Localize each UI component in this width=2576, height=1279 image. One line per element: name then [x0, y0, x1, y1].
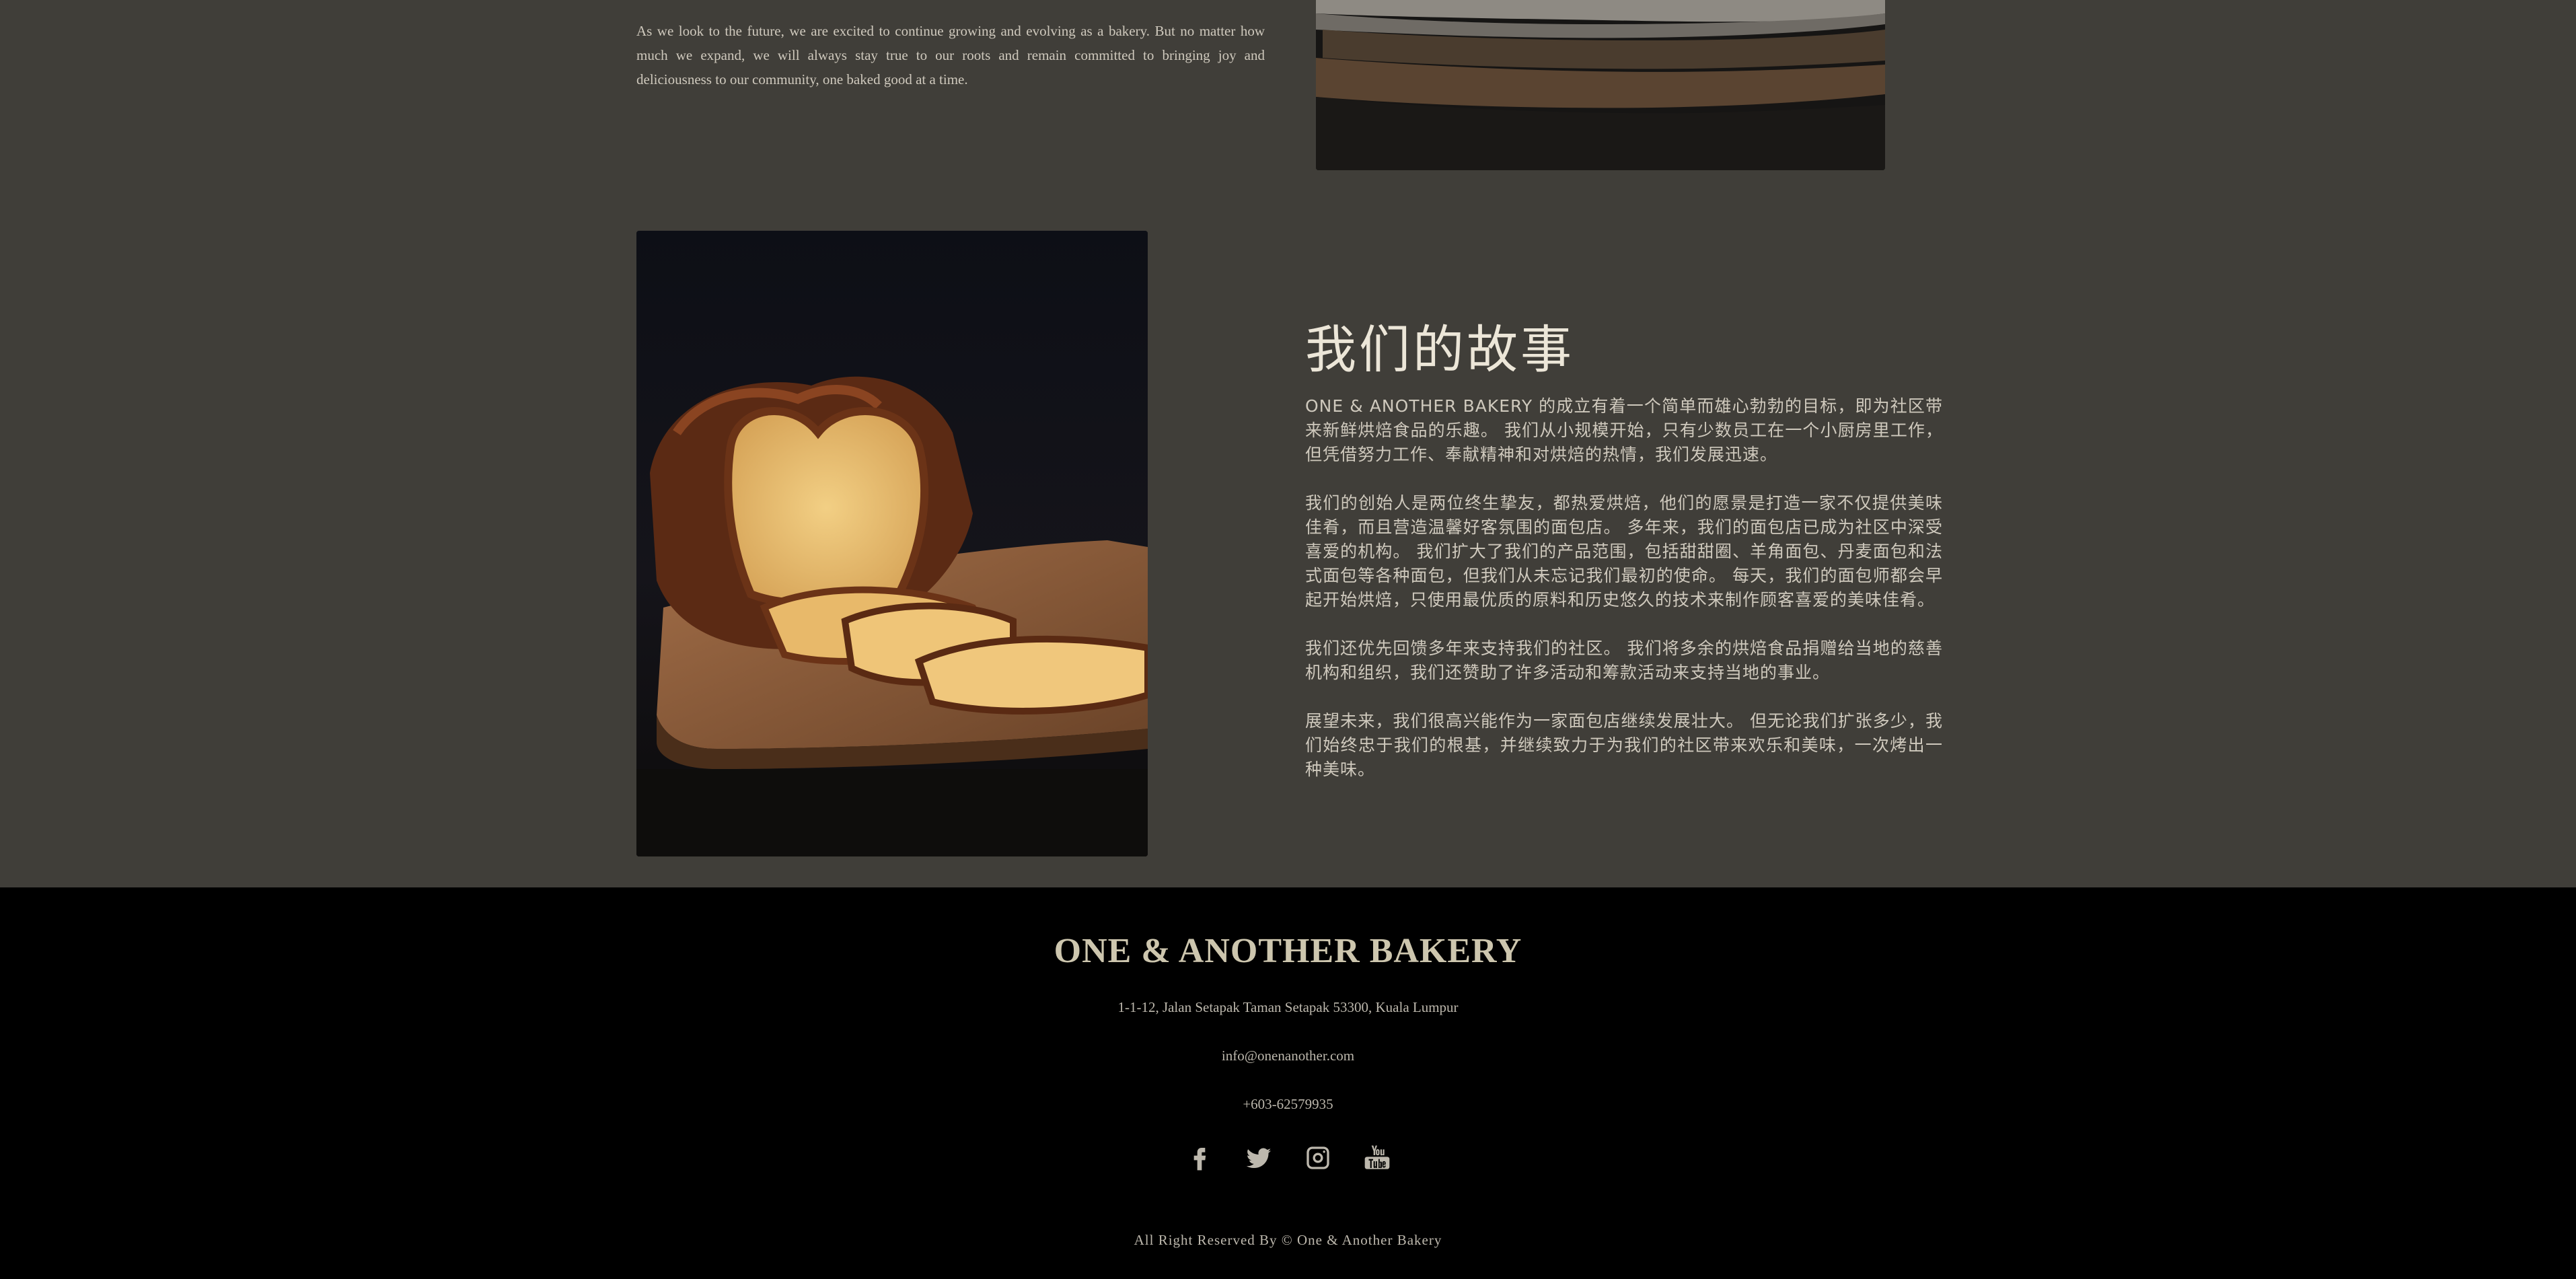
story-paragraph-2: 我们的创始人是两位终生挚友，都热爱烘焙，他们的愿景是打造一家不仅提供美味佳肴，而… [1305, 493, 1943, 610]
brioche-bread-photo [636, 231, 1148, 856]
story-title: 我们的故事 [1305, 320, 1574, 379]
social-links [0, 1144, 2576, 1171]
footer-address: 1-1-12, Jalan Setapak Taman Setapak 5330… [1117, 999, 1459, 1015]
footer-email-link[interactable]: info@onenanother.com [0, 1048, 2576, 1064]
story-paragraph-3: 我们还优先回馈多年来支持我们的社区。 我们将多余的烘焙食品捐赠给当地的慈善机构和… [1305, 638, 1943, 682]
youtube-icon[interactable] [1364, 1144, 1391, 1171]
story-paragraph-4: 展望未来，我们很高兴能作为一家面包店继续发展壮大。 但无论我们扩张多少，我们始终… [1305, 711, 1943, 779]
instagram-icon[interactable] [1304, 1144, 1331, 1171]
future-paragraph: As we look to the future, we are excited… [636, 23, 1265, 87]
linen-photo [1316, 0, 1885, 170]
footer-brand: ONE & ANOTHER BAKERY [1054, 932, 1522, 970]
footer-phone-link[interactable]: +603-62579935 [0, 1096, 2576, 1113]
facebook-icon[interactable] [1186, 1144, 1213, 1171]
twitter-icon[interactable] [1245, 1144, 1272, 1171]
footer-copyright: All Right Reserved By © One & Another Ba… [1134, 1232, 1442, 1248]
our-story-section: 我们的故事 ONE & ANOTHER BAKERY 的成立有着一个简单而雄心勃… [1305, 308, 1943, 806]
story-paragraph-1: ONE & ANOTHER BAKERY 的成立有着一个简单而雄心勃勃的目标，即… [1305, 396, 1943, 464]
site-footer: ONE & ANOTHER BAKERY 1-1-12, Jalan Setap… [0, 887, 2576, 1279]
